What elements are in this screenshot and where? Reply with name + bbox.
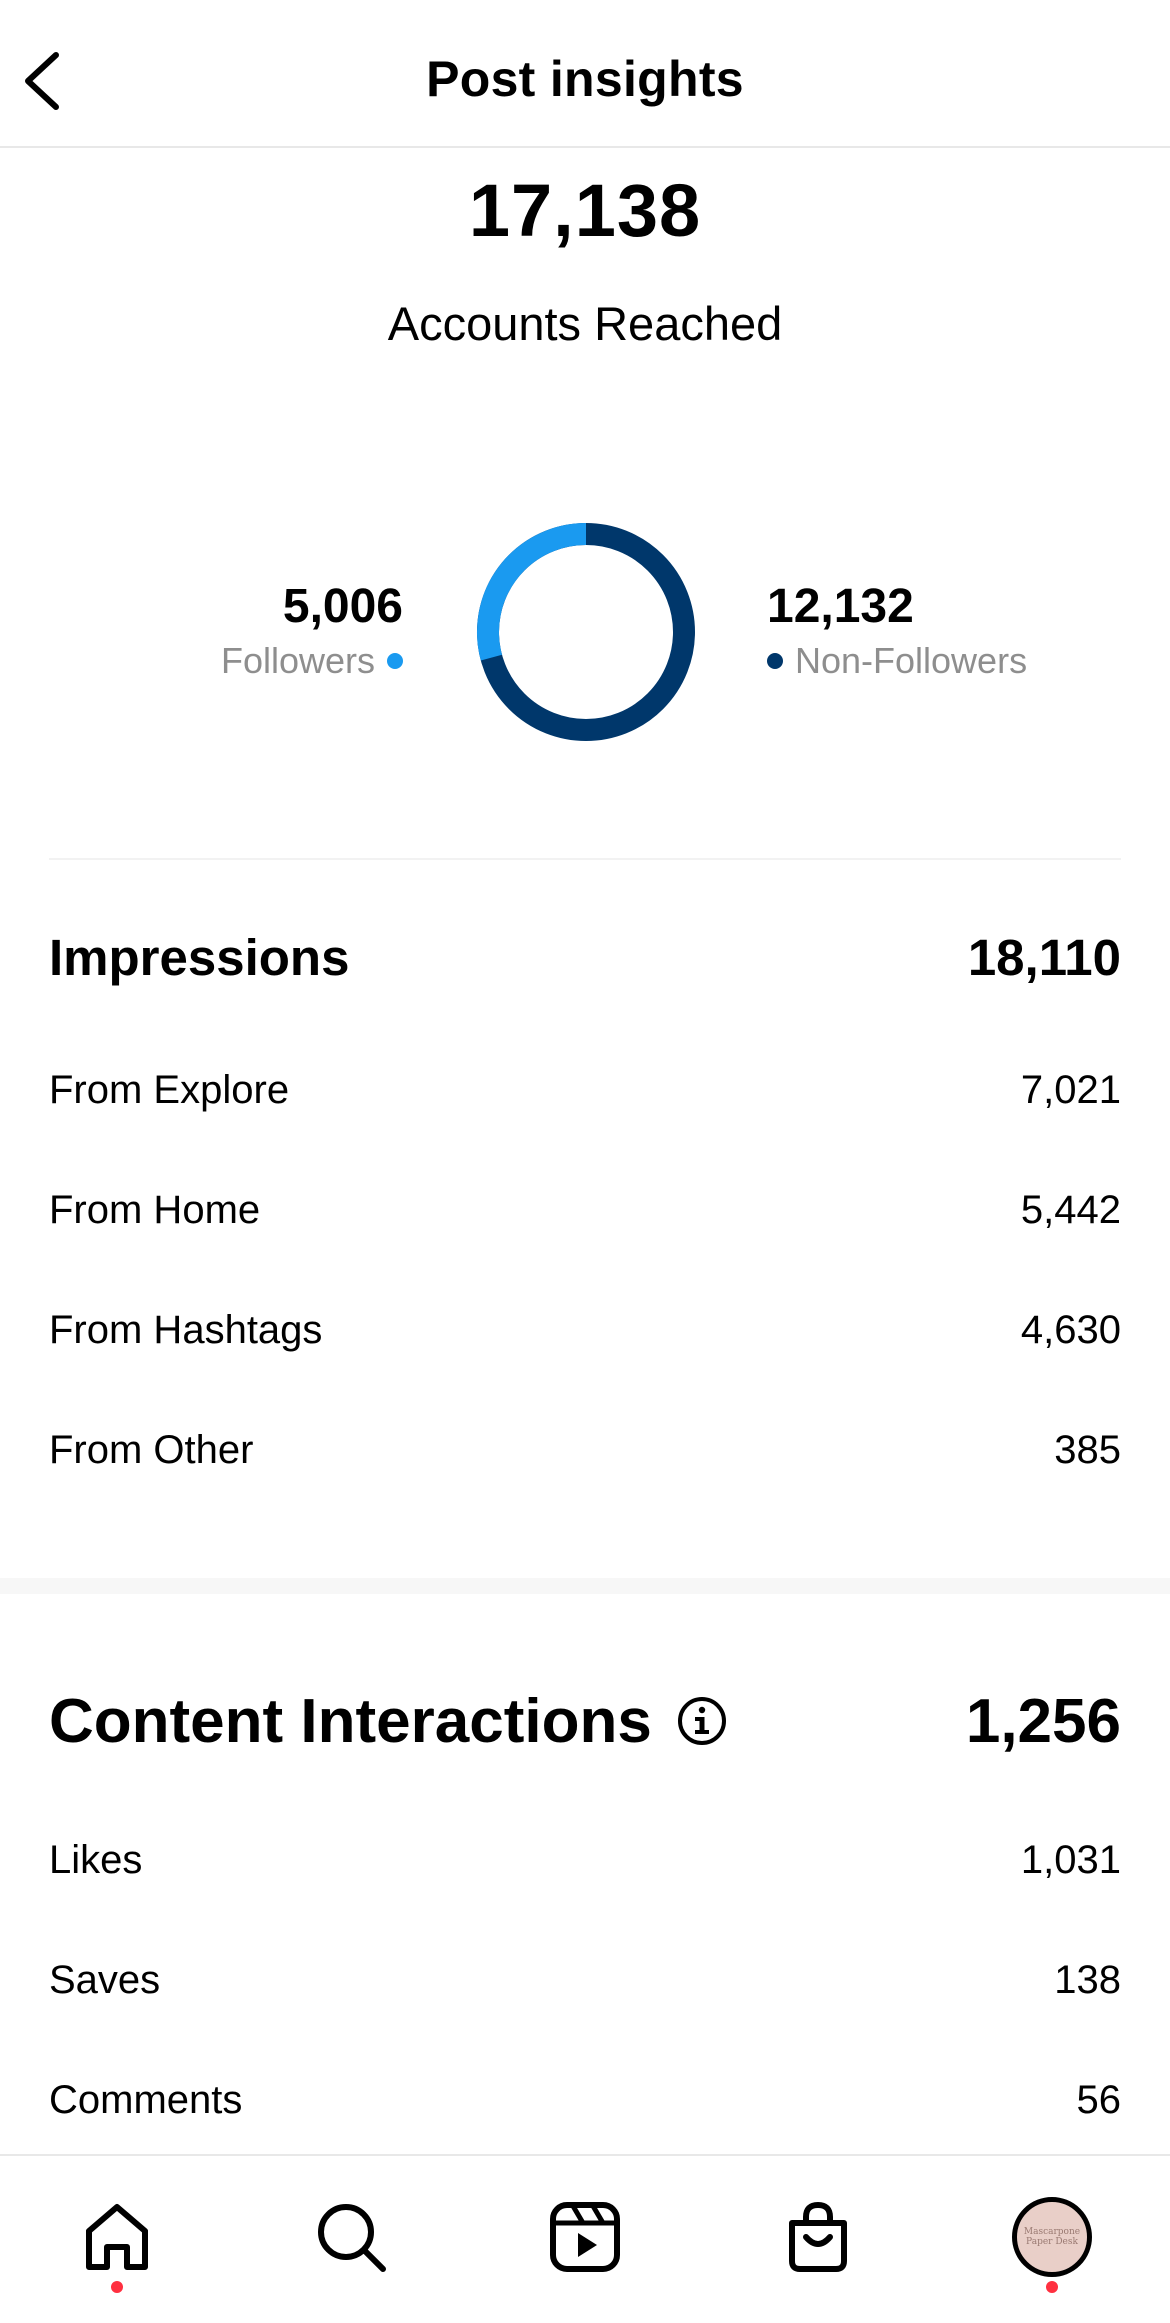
- search-icon: [318, 2204, 386, 2272]
- interactions-title: Content Interactions: [49, 1686, 652, 1756]
- impressions-title: Impressions: [49, 928, 350, 986]
- accounts-reached-label: Accounts Reached: [387, 297, 783, 350]
- post-insights-screen: Post insights 17,138 Accounts Reached 5,…: [0, 0, 1170, 2323]
- section-divider: [49, 858, 1121, 860]
- row-label: Saves: [49, 1957, 161, 2002]
- row-label: From Explore: [49, 1067, 290, 1112]
- profile-notification-dot: [1046, 2281, 1058, 2293]
- header-bar: Post insights: [0, 0, 1170, 148]
- section-separator: [0, 1578, 1170, 1594]
- reach-donut-chart: [477, 523, 695, 741]
- row-label: Likes: [49, 1837, 143, 1882]
- bottom-tab-bar: Mascarpone Paper Desk: [0, 2154, 1170, 2323]
- followers-value: 5,006: [282, 580, 403, 633]
- non-followers-value: 12,132: [767, 580, 914, 633]
- tab-search[interactable]: [306, 2192, 396, 2282]
- accounts-reached-total: 17,138: [468, 169, 702, 252]
- impressions-header: Impressions 18,110: [49, 927, 1121, 987]
- tab-profile[interactable]: Mascarpone Paper Desk: [1007, 2192, 1097, 2282]
- interactions-row-saves: Saves 138: [49, 1950, 1121, 2010]
- impressions-row-hashtags: From Hashtags 4,630: [49, 1300, 1121, 1360]
- impressions-row-other: From Other 385: [49, 1420, 1121, 1480]
- row-label: From Other: [49, 1427, 254, 1472]
- interactions-row-comments: Comments 56: [49, 2070, 1121, 2130]
- donut-followers-arc: [477, 523, 587, 661]
- home-notification-dot: [111, 2281, 123, 2293]
- row-label: From Home: [49, 1187, 261, 1232]
- row-value: 138: [1054, 1957, 1121, 2002]
- page-title: Post insights: [426, 51, 744, 107]
- non-followers-segment: 12,132 Non-Followers: [767, 577, 1027, 685]
- followers-legend-dot: [387, 653, 403, 669]
- impressions-row-home: From Home 5,442: [49, 1180, 1121, 1240]
- tab-shop[interactable]: [773, 2192, 863, 2282]
- profile-avatar: Mascarpone Paper Desk: [1012, 2197, 1092, 2277]
- interactions-row-likes: Likes 1,031: [49, 1830, 1121, 1890]
- row-label: Comments: [49, 2077, 243, 2122]
- row-value: 1,031: [1020, 1837, 1121, 1882]
- avatar-logo-text: Mascarpone Paper Desk: [1023, 2227, 1081, 2247]
- row-value: 56: [1076, 2077, 1122, 2122]
- row-label: From Hashtags: [49, 1307, 323, 1352]
- followers-label: Followers: [220, 640, 375, 681]
- row-value: 5,442: [1020, 1187, 1121, 1232]
- non-followers-label: Non-Followers: [795, 640, 1028, 681]
- impressions-total: 18,110: [967, 928, 1121, 986]
- row-value: 385: [1054, 1427, 1121, 1472]
- reels-icon: [550, 2202, 620, 2272]
- home-icon: [86, 2204, 148, 2270]
- info-icon[interactable]: [676, 1695, 728, 1747]
- row-value: 7,021: [1020, 1067, 1121, 1112]
- shop-icon: [789, 2201, 847, 2272]
- row-value: 4,630: [1020, 1307, 1121, 1352]
- interactions-header: Content Interactions 1,256: [49, 1683, 1121, 1759]
- tab-home[interactable]: [72, 2192, 162, 2282]
- interactions-total: 1,256: [965, 1686, 1121, 1756]
- non-followers-legend-dot: [767, 653, 783, 669]
- tab-reels[interactable]: [540, 2192, 630, 2282]
- impressions-row-explore: From Explore 7,021: [49, 1060, 1121, 1120]
- followers-segment: 5,006 Followers: [221, 577, 403, 685]
